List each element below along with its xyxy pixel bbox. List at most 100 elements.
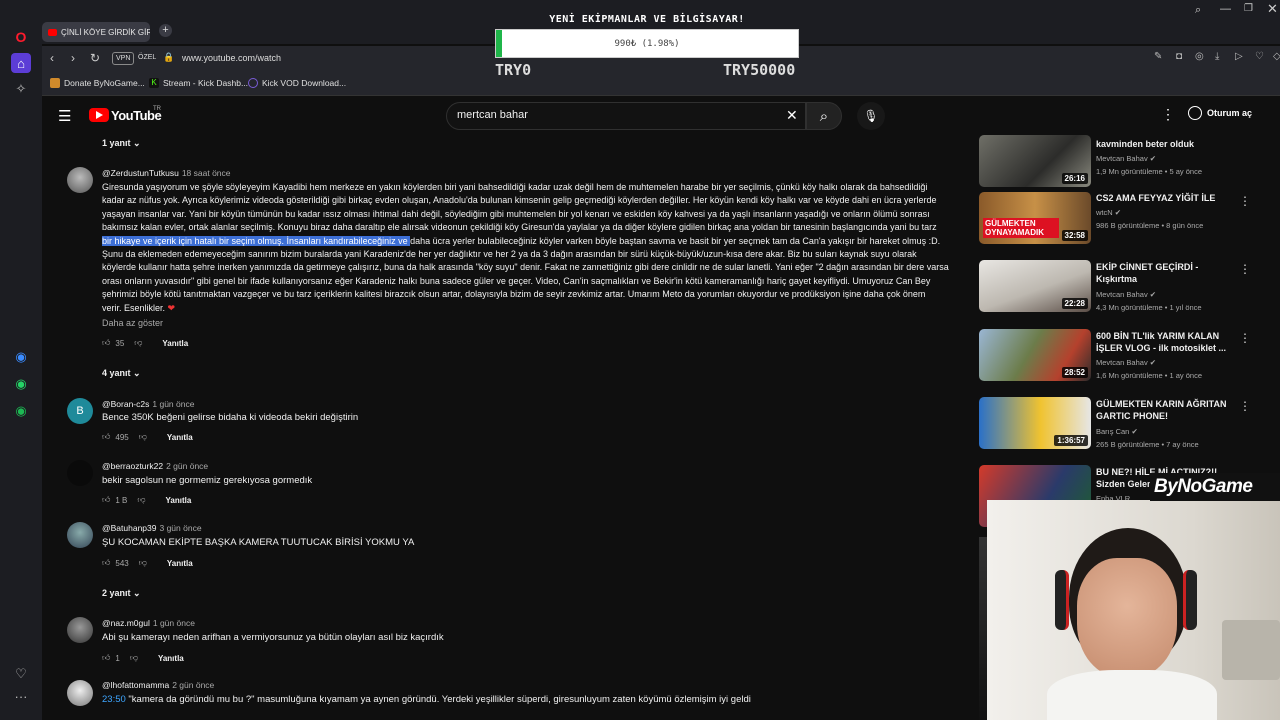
reply-button[interactable]: Yanıtla — [167, 433, 193, 442]
video-title[interactable]: kavminden beter olduk — [1096, 138, 1236, 150]
heart-icon[interactable]: ♡ — [11, 664, 31, 684]
more-actions-icon[interactable]: ⋮ — [1239, 262, 1251, 276]
search-button[interactable]: ⌕ — [806, 102, 842, 130]
opera-logo-icon[interactable]: O — [11, 27, 31, 47]
url-field[interactable]: www.youtube.com/watch — [182, 53, 281, 63]
avatar[interactable] — [67, 167, 93, 193]
reply-button[interactable]: Yanıtla — [167, 559, 193, 568]
avatar[interactable] — [67, 460, 93, 486]
video-thumbnail[interactable]: GÜLMEKTEN OYNAYAMADIK 32:58 — [979, 192, 1091, 244]
video-thumbnail[interactable]: 1:36:57 — [979, 397, 1091, 449]
back-icon[interactable]: ‹ — [45, 51, 59, 65]
channel-name[interactable]: wtcN ✔ — [1096, 208, 1121, 217]
comment-author[interactable]: @naz.m0gul — [102, 618, 150, 628]
whatsapp-icon[interactable]: ◉ — [11, 374, 31, 394]
bookmark-donate[interactable]: Donate ByNoGame... — [50, 78, 145, 88]
more-options-icon[interactable]: ⋮ — [1161, 106, 1175, 123]
show-less-button[interactable]: Daha az göster — [102, 318, 163, 328]
spotify-icon[interactable]: ◉ — [11, 401, 31, 421]
comment-time[interactable]: 3 gün önce — [159, 523, 201, 533]
lock-icon[interactable]: 🔒 — [163, 52, 174, 63]
signin-button[interactable]: Oturum aç — [1188, 106, 1252, 120]
comment-author[interactable]: @ZerdustunTutkusu — [102, 168, 179, 178]
reply-button[interactable]: Yanıtla — [162, 339, 188, 348]
video-thumbnail[interactable]: 26:16 — [979, 135, 1091, 187]
camera-icon[interactable]: ◘ — [1176, 51, 1182, 62]
dislike-icon[interactable]: 👎︎ — [139, 558, 147, 568]
messenger-icon[interactable]: ◉ — [11, 347, 31, 367]
pin-icon[interactable]: ✧ — [11, 79, 31, 99]
dislike-icon[interactable]: 👎︎ — [137, 495, 145, 505]
voice-search-button[interactable]: 🎙 — [857, 102, 885, 130]
bookmark-heart-icon[interactable]: ♡ — [1255, 51, 1264, 62]
more-icon[interactable]: ··· — [11, 686, 31, 706]
hamburger-menu-icon[interactable]: ☰ — [58, 107, 71, 125]
comment-author[interactable]: @berraozturk22 — [102, 461, 163, 471]
like-icon[interactable]: 👍︎ — [102, 653, 110, 663]
adblock-icon[interactable]: ◎ — [1195, 51, 1204, 62]
dislike-icon[interactable]: 👎︎ — [130, 653, 138, 663]
video-thumbnail[interactable]: 22:28 — [979, 260, 1091, 312]
comment-time[interactable]: 1 gün önce — [152, 399, 194, 409]
recommendation-item[interactable]: 22:28 EKİP CİNNET GEÇİRDİ - Kışkırtma Me… — [979, 260, 1279, 324]
minimize-icon[interactable]: — — [1220, 3, 1231, 15]
like-icon[interactable]: 👍︎ — [102, 432, 110, 442]
search-box[interactable]: mertcan bahar ✕ — [446, 102, 806, 130]
reply-button[interactable]: Yanıtla — [158, 654, 184, 663]
video-title[interactable]: GÜLMEKTEN KARIN AĞRITAN GARTIC PHONE! — [1096, 398, 1236, 422]
download-icon[interactable]: ⤓ — [1215, 51, 1219, 62]
comment-time[interactable]: 2 gün önce — [172, 680, 214, 690]
dislike-icon[interactable]: 👎︎ — [134, 338, 142, 348]
reply-button[interactable]: Yanıtla — [166, 496, 192, 505]
channel-name[interactable]: Mevtcan Bahav ✔ — [1096, 290, 1156, 299]
comment-time[interactable]: 18 saat önce — [182, 168, 231, 178]
comment-time[interactable]: 2 gün önce — [166, 461, 208, 471]
tab-active[interactable]: ÇİNLİ KÖYE GİRDİK GİRME — [42, 22, 150, 42]
recommendation-item[interactable]: 1:36:57 GÜLMEKTEN KARIN AĞRITAN GARTIC P… — [979, 397, 1279, 461]
play-icon[interactable]: ▷ — [1235, 51, 1243, 62]
channel-name[interactable]: Mevtcan Bahav ✔ — [1096, 358, 1156, 367]
forward-icon[interactable]: › — [66, 51, 80, 65]
channel-name[interactable]: Barış Can ✔ — [1096, 427, 1138, 436]
clear-search-icon[interactable]: ✕ — [786, 107, 798, 124]
search-input[interactable]: mertcan bahar — [457, 109, 528, 121]
edit-icon[interactable]: ✎ — [1154, 51, 1162, 62]
like-icon[interactable]: 👍︎ — [102, 338, 110, 348]
bookmark-kick-dashboard[interactable]: K Stream - Kick Dashb... — [149, 78, 248, 88]
comment-author[interactable]: @lhofattomamma — [102, 680, 169, 690]
comment-author[interactable]: @Batuhanp39 — [102, 523, 156, 533]
channel-name[interactable]: Mevtcan Bahav ✔ — [1096, 154, 1156, 163]
replies-toggle[interactable]: 2 yanıt ⌄ — [102, 588, 141, 599]
video-thumbnail[interactable]: 28:52 — [979, 329, 1091, 381]
bookmark-kick-vod[interactable]: Kick VOD Download... — [248, 78, 346, 88]
video-title[interactable]: 600 BİN TL'lik YARIM KALAN İŞLER VLOG - … — [1096, 330, 1236, 354]
close-window-icon[interactable]: ✕ — [1267, 1, 1278, 17]
like-icon[interactable]: 👍︎ — [102, 558, 110, 568]
replies-toggle[interactable]: 1 yanıt ⌄ — [102, 138, 141, 149]
comment-time[interactable]: 1 gün önce — [153, 618, 195, 628]
like-icon[interactable]: 👍︎ — [102, 495, 110, 505]
restore-icon[interactable]: ❐ — [1244, 3, 1253, 14]
avatar[interactable] — [67, 617, 93, 643]
more-actions-icon[interactable]: ⋮ — [1239, 399, 1251, 413]
dislike-icon[interactable]: 👎︎ — [139, 432, 147, 442]
timestamp-link[interactable]: 23:50 — [102, 694, 126, 705]
avatar[interactable]: B — [67, 398, 93, 424]
vpn-badge[interactable]: VPN — [112, 52, 135, 65]
more-actions-icon[interactable]: ⋮ — [1239, 331, 1251, 345]
video-title[interactable]: EKİP CİNNET GEÇİRDİ - Kışkırtma — [1096, 261, 1236, 285]
avatar[interactable] — [67, 522, 93, 548]
recommendation-item[interactable]: GÜLMEKTEN OYNAYAMADIK 32:58 CS2 AMA FEYY… — [979, 192, 1279, 256]
replies-toggle[interactable]: 4 yanıt ⌄ — [102, 368, 141, 379]
recommendation-item[interactable]: 26:16 kavminden beter olduk Mevtcan Baha… — [979, 135, 1279, 199]
youtube-logo-icon[interactable] — [89, 108, 109, 122]
recommendation-item[interactable]: 28:52 600 BİN TL'lik YARIM KALAN İŞLER V… — [979, 329, 1279, 393]
comment-author[interactable]: @Boran-c2s — [102, 399, 149, 409]
avatar[interactable] — [67, 680, 93, 706]
home-icon[interactable]: ⌂ — [11, 53, 31, 73]
search-tabs-icon[interactable]: ⌕ — [1195, 4, 1201, 17]
reload-icon[interactable]: ↻ — [88, 51, 102, 65]
wallet-icon[interactable]: ◇ — [1273, 51, 1280, 62]
more-actions-icon[interactable]: ⋮ — [1239, 194, 1251, 208]
new-tab-button[interactable]: + — [159, 24, 172, 37]
